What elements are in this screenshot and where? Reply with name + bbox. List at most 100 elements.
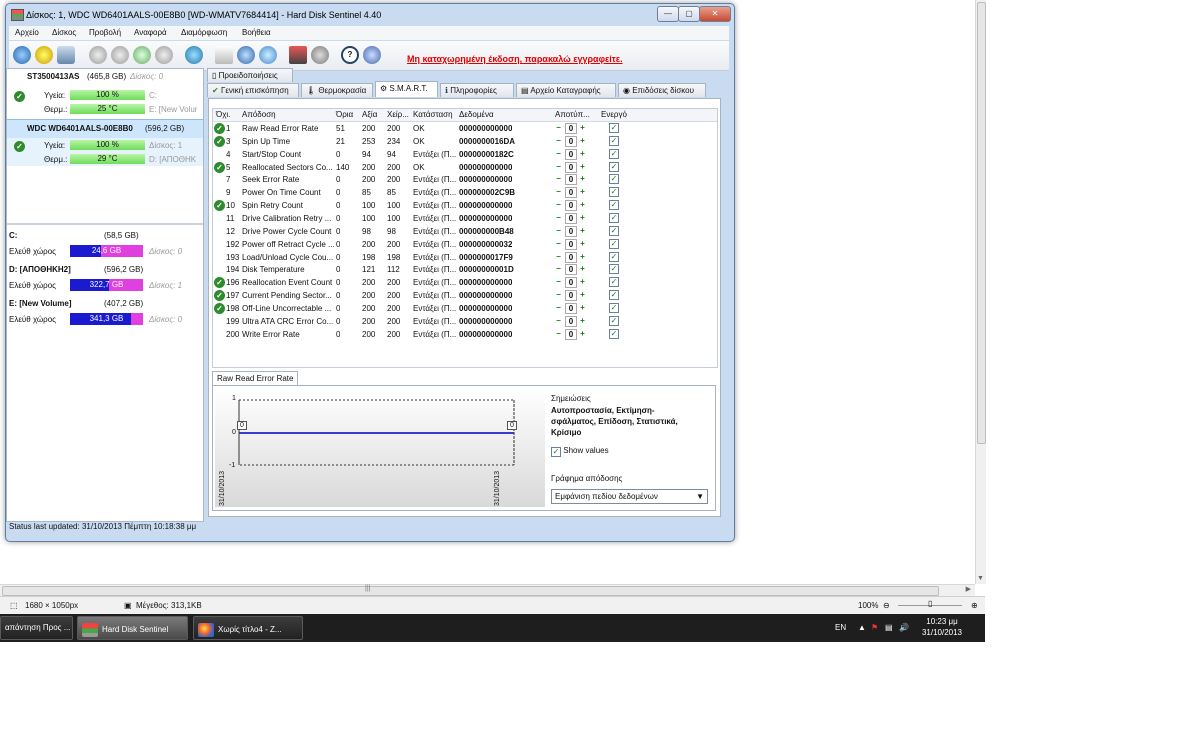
offset-field[interactable]: 0	[565, 174, 577, 186]
flag-icon[interactable]: ⚑	[871, 623, 878, 632]
table-row[interactable]: ✓ 197 Current Pending Sector... 0 200 200 Εντά…	[213, 289, 717, 302]
active-checkbox[interactable]: ✓	[609, 277, 619, 288]
table-row[interactable]: ✓ 198 Off-Line Uncorrectable ... 0 200 200 Εντ…	[213, 302, 717, 315]
decrease-offset-icon[interactable]: −	[554, 200, 563, 209]
increase-offset-icon[interactable]: +	[578, 277, 587, 286]
active-checkbox[interactable]: ✓	[609, 200, 619, 211]
col-header[interactable]: Χείρ...	[387, 110, 409, 119]
volume-icon[interactable]: 🔊	[899, 623, 909, 632]
increase-offset-icon[interactable]: +	[578, 123, 587, 132]
increase-offset-icon[interactable]: +	[578, 290, 587, 299]
scroll-right-icon[interactable]: ▶	[966, 585, 971, 593]
tab-disk-performance[interactable]: ◉ Επιδόσεις δίσκου	[618, 83, 706, 97]
horizontal-scrollbar[interactable]: ||| ▶	[0, 584, 975, 596]
decrease-offset-icon[interactable]: −	[554, 187, 563, 196]
table-row[interactable]: 7 Seek Error Rate 0 200 200 Εντάξει (Π... 0000…	[213, 173, 717, 186]
title-bar[interactable]: Δίσκος: 1, WDC WD6401AALS-00E8B0 [WD-WMA…	[6, 4, 734, 24]
disk-check-icon[interactable]	[133, 46, 151, 64]
show-values-row[interactable]: ✓ Show values	[551, 446, 713, 457]
language-indicator[interactable]: EN	[835, 623, 846, 632]
document-icon[interactable]	[215, 46, 233, 64]
decrease-offset-icon[interactable]: −	[554, 162, 563, 171]
decrease-offset-icon[interactable]: −	[554, 316, 563, 325]
table-row[interactable]: ✓ 10 Spin Retry Count 0 100 100 Εντάξει (Π... 0…	[213, 199, 717, 212]
col-header[interactable]: Αποτύπ...	[555, 110, 590, 119]
chevron-down-icon[interactable]: ▼	[696, 492, 704, 501]
clock-date[interactable]: 31/10/2013	[917, 628, 967, 637]
offset-field[interactable]: 0	[565, 328, 577, 340]
increase-offset-icon[interactable]: +	[578, 136, 587, 145]
show-values-checkbox[interactable]: ✓	[551, 447, 561, 457]
increase-offset-icon[interactable]: +	[578, 264, 587, 273]
increase-offset-icon[interactable]: +	[578, 187, 587, 196]
tab-overview[interactable]: ✔ Γενική επισκόπηση	[207, 83, 299, 97]
taskbar-item-paint[interactable]: Χωρίς τίτλο4 - Z...	[193, 616, 303, 640]
active-checkbox[interactable]: ✓	[609, 123, 619, 133]
gear-icon[interactable]	[311, 46, 329, 64]
info-icon[interactable]	[363, 46, 381, 64]
offset-field[interactable]: 0	[565, 302, 577, 314]
menu-disk[interactable]: Δίσκος	[52, 28, 76, 37]
increase-offset-icon[interactable]: +	[578, 329, 587, 338]
report-icon[interactable]	[57, 46, 75, 64]
vertical-scrollbar[interactable]: ▼	[975, 0, 986, 584]
col-header[interactable]: Απόδοση	[242, 110, 276, 119]
col-header[interactable]: Ενεργό	[601, 110, 627, 119]
perf-graph-select[interactable]: Εμφάνιση πεδίου δεδομένων ▼	[551, 489, 708, 504]
tab-temperature[interactable]: 🌡 Θερμοκρασία	[301, 83, 373, 97]
decrease-offset-icon[interactable]: −	[554, 277, 563, 286]
decrease-offset-icon[interactable]: −	[554, 123, 563, 132]
active-checkbox[interactable]: ✓	[609, 135, 619, 146]
disk-item[interactable]: ST3500413AS (465,8 GB) Δίσκος: 0	[7, 69, 203, 85]
refresh-icon[interactable]	[13, 46, 31, 64]
globe-icon[interactable]	[185, 46, 203, 64]
table-row[interactable]: 199 Ultra ATA CRC Error Co... 0 200 200 Εντάξ…	[213, 315, 717, 328]
sync-icon[interactable]	[237, 46, 255, 64]
active-checkbox[interactable]: ✓	[609, 251, 619, 262]
decrease-offset-icon[interactable]: −	[554, 174, 563, 183]
table-row[interactable]: 194 Disk Temperature 0 121 112 Εντάξει (Π... 0…	[213, 263, 717, 276]
active-checkbox[interactable]: ✓	[609, 238, 619, 249]
zoom-out-icon[interactable]: ⊖	[883, 601, 890, 610]
alert-icon[interactable]	[35, 46, 53, 64]
decrease-offset-icon[interactable]: −	[554, 290, 563, 299]
tab-log[interactable]: ▤ Αρχείο Καταγραφής	[516, 83, 616, 97]
offset-field[interactable]: 0	[565, 238, 577, 250]
menu-view[interactable]: Προβολή	[89, 28, 121, 37]
decrease-offset-icon[interactable]: −	[554, 329, 563, 338]
decrease-offset-icon[interactable]: −	[554, 213, 563, 222]
increase-offset-icon[interactable]: +	[578, 200, 587, 209]
active-checkbox[interactable]: ✓	[609, 264, 619, 275]
active-checkbox[interactable]: ✓	[609, 302, 619, 313]
disk-tool-icon[interactable]	[155, 46, 173, 64]
active-checkbox[interactable]: ✓	[609, 315, 619, 326]
table-row[interactable]: 12 Drive Power Cycle Count 0 98 98 Εντάξει (Π…	[213, 225, 717, 238]
menu-help[interactable]: Βοήθεια	[242, 28, 271, 37]
active-checkbox[interactable]: ✓	[609, 148, 619, 159]
table-row[interactable]: ✓ 3 Spin Up Time 21 253 234 OK 0000000016DA −0 + ✓	[213, 135, 717, 148]
active-checkbox[interactable]: ✓	[609, 328, 619, 339]
offset-field[interactable]: 0	[565, 135, 577, 147]
decrease-offset-icon[interactable]: −	[554, 226, 563, 235]
increase-offset-icon[interactable]: +	[578, 162, 587, 171]
menu-configuration[interactable]: Διαμόρφωση	[181, 28, 227, 37]
decrease-offset-icon[interactable]: −	[554, 149, 563, 158]
tab-warnings[interactable]: ▯ Προειδοποιήσεις	[207, 68, 293, 82]
active-checkbox[interactable]: ✓	[609, 187, 619, 198]
close-button[interactable]: ✕	[699, 6, 731, 22]
menu-report[interactable]: Αναφορά	[134, 28, 167, 37]
table-row[interactable]: ✓ 1 Raw Read Error Rate 51 200 200 OK 000000000…	[213, 122, 717, 135]
surface-test-icon[interactable]	[111, 46, 129, 64]
table-row[interactable]: 192 Power off Retract Cycle ... 0 200 200 Εντ…	[213, 238, 717, 251]
menu-file[interactable]: Αρχείο	[15, 28, 39, 37]
registration-link[interactable]: Μη καταχωρημένη έκδοση, παρακαλώ εγγραφε…	[407, 54, 623, 64]
tab-graph[interactable]: Raw Read Error Rate	[212, 371, 298, 386]
offset-field[interactable]: 0	[565, 187, 577, 199]
offset-field[interactable]: 0	[565, 123, 577, 134]
help-icon[interactable]: ?	[341, 46, 359, 64]
taskbar-item-hds[interactable]: Hard Disk Sentinel	[77, 616, 188, 640]
active-checkbox[interactable]: ✓	[609, 174, 619, 185]
table-row[interactable]: 11 Drive Calibration Retry ... 0 100 100 Εντά…	[213, 212, 717, 225]
increase-offset-icon[interactable]: +	[578, 149, 587, 158]
increase-offset-icon[interactable]: +	[578, 174, 587, 183]
